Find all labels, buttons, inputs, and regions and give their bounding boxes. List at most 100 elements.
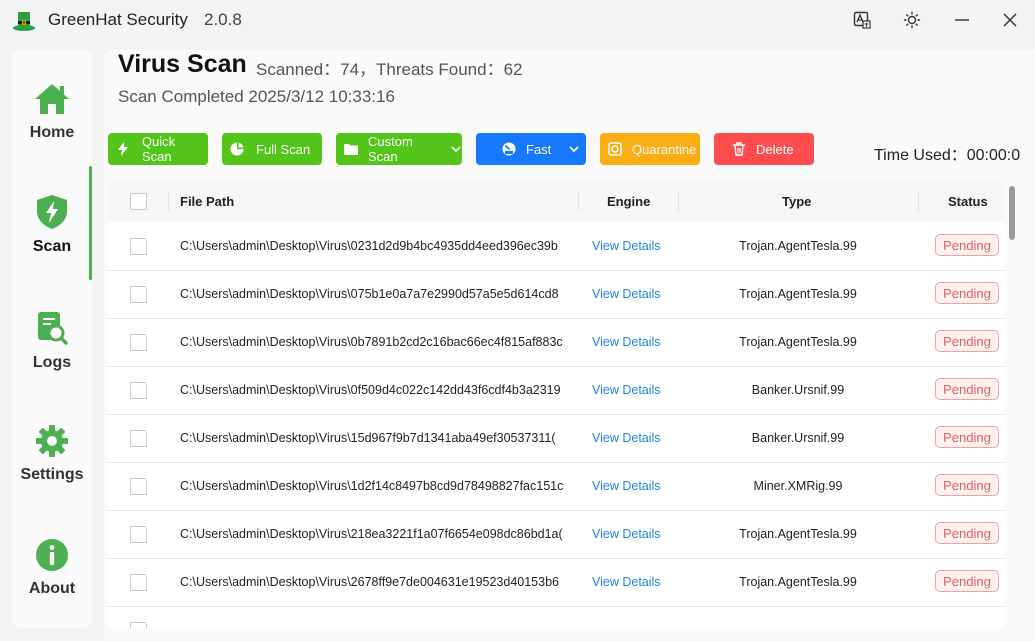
column-divider — [578, 192, 579, 210]
app-title: GreenHat Security — [48, 10, 188, 29]
row-checkbox[interactable] — [130, 430, 147, 447]
sun-icon — [903, 11, 921, 29]
sidebar: Home Scan Logs Settings About — [12, 50, 92, 628]
row-checkbox[interactable] — [130, 526, 147, 543]
view-details-link[interactable]: View Details — [592, 239, 661, 253]
view-details-link[interactable]: View Details — [592, 431, 661, 445]
speedometer-icon — [502, 142, 516, 156]
table-row[interactable]: C:\Users\admin\Desktop\Virus\0f509d4c022… — [108, 366, 1004, 415]
trash-icon — [733, 142, 745, 156]
column-header-path[interactable]: File Path — [180, 194, 234, 209]
scan-speed-dropdown[interactable]: Fast — [476, 133, 586, 165]
threat-type: Trojan.AgentTesla.99 — [739, 239, 857, 253]
sidebar-item-label: Logs — [32, 354, 72, 371]
sidebar-item-scan[interactable]: Scan — [12, 166, 92, 276]
status-badge: Pending — [935, 474, 999, 496]
sidebar-item-logs[interactable]: Logs — [12, 280, 92, 390]
table-row[interactable] — [108, 606, 1004, 628]
title-bar: GreenHat Security 2.0.8 — [0, 0, 1035, 40]
app-version: 2.0.8 — [204, 10, 242, 29]
chevron-down-icon — [569, 146, 579, 153]
row-checkbox[interactable] — [130, 238, 147, 255]
threat-type: Banker.Ursnif.99 — [751, 431, 845, 445]
quick-scan-button[interactable]: Quick Scan — [108, 133, 208, 165]
table-row[interactable]: C:\Users\admin\Desktop\Virus\1d2f14c8497… — [108, 462, 1004, 511]
minimize-button[interactable] — [946, 6, 978, 34]
pie-chart-icon — [230, 142, 244, 156]
threat-type: Trojan.AgentTesla.99 — [739, 335, 857, 349]
scrollbar-thumb[interactable] — [1009, 186, 1015, 240]
full-scan-button[interactable]: Full Scan — [222, 133, 322, 165]
view-details-link[interactable]: View Details — [592, 479, 661, 493]
row-checkbox[interactable] — [130, 382, 147, 399]
active-indicator — [89, 166, 92, 280]
scan-completed-time: Scan Completed 2025/3/12 10:33:16 — [118, 87, 395, 106]
sidebar-item-label: About — [28, 580, 76, 597]
folder-icon — [344, 144, 358, 155]
threat-type: Trojan.AgentTesla.99 — [739, 575, 857, 589]
close-icon — [1003, 13, 1017, 27]
view-details-link[interactable]: View Details — [592, 287, 661, 301]
results-table: File Path Engine Type Status C:\Users\ad… — [108, 181, 1004, 628]
row-checkbox[interactable] — [130, 478, 147, 495]
info-icon — [36, 539, 68, 571]
file-path: C:\Users\admin\Desktop\Virus\1d2f14c8497… — [180, 479, 564, 493]
sidebar-item-home[interactable]: Home — [12, 52, 92, 162]
theme-toggle-button[interactable] — [896, 6, 928, 34]
custom-scan-dropdown[interactable]: Custom Scan — [336, 133, 462, 165]
row-checkbox[interactable] — [130, 574, 147, 591]
page-title: Virus Scan — [118, 50, 247, 78]
minimize-icon — [955, 19, 969, 21]
sidebar-item-label: Home — [29, 124, 75, 141]
file-path: C:\Users\admin\Desktop\Virus\075b1e0a7a7… — [180, 287, 559, 301]
file-path: C:\Users\admin\Desktop\Virus\2678ff9e7de… — [180, 575, 559, 589]
table-row[interactable]: C:\Users\admin\Desktop\Virus\0231d2d9b4b… — [108, 222, 1004, 271]
quick-scan-label: Quick Scan — [141, 134, 176, 164]
sidebar-item-label: Scan — [32, 238, 72, 255]
table-row[interactable]: C:\Users\admin\Desktop\Virus\218ea3221f1… — [108, 510, 1004, 559]
file-path: C:\Users\admin\Desktop\Virus\15d967f9b7d… — [180, 431, 556, 445]
column-header-type[interactable]: Type — [782, 194, 811, 209]
sidebar-item-about[interactable]: About — [12, 508, 92, 618]
view-details-link[interactable]: View Details — [592, 527, 661, 541]
file-path: C:\Users\admin\Desktop\Virus\0b7891b2cd2… — [180, 335, 563, 349]
shield-bolt-icon — [37, 195, 67, 229]
quarantine-label: Quarantine — [632, 141, 697, 157]
status-badge: Pending — [935, 330, 999, 352]
quarantine-button[interactable]: Quarantine — [600, 133, 700, 165]
row-checkbox[interactable] — [130, 286, 147, 303]
table-scrollbar[interactable] — [1007, 181, 1017, 628]
column-header-status[interactable]: Status — [948, 194, 988, 209]
status-badge: Pending — [935, 426, 999, 448]
custom-scan-label: Custom Scan — [368, 134, 413, 164]
leprechaun-hat-logo-icon — [13, 12, 35, 31]
view-details-link[interactable]: View Details — [592, 575, 661, 589]
file-path: C:\Users\admin\Desktop\Virus\0f509d4c022… — [180, 383, 561, 397]
sidebar-item-settings[interactable]: Settings — [12, 394, 92, 504]
delete-button[interactable]: Delete — [714, 133, 814, 165]
table-row[interactable]: C:\Users\admin\Desktop\Virus\2678ff9e7de… — [108, 558, 1004, 607]
view-details-link[interactable]: View Details — [592, 383, 661, 397]
chevron-down-icon — [451, 146, 461, 153]
threat-type: Miner.XMRig.99 — [753, 479, 843, 493]
column-divider — [918, 192, 919, 210]
row-checkbox[interactable] — [130, 334, 147, 351]
view-details-link[interactable]: View Details — [592, 335, 661, 349]
column-header-engine[interactable]: Engine — [607, 194, 650, 209]
translate-button[interactable] — [846, 6, 878, 34]
select-all-checkbox[interactable] — [130, 193, 147, 210]
row-checkbox[interactable] — [130, 622, 147, 628]
table-row[interactable]: C:\Users\admin\Desktop\Virus\0b7891b2cd2… — [108, 318, 1004, 367]
status-badge: Pending — [935, 522, 999, 544]
file-path: C:\Users\admin\Desktop\Virus\218ea3221f1… — [180, 527, 563, 541]
close-button[interactable] — [994, 6, 1026, 34]
threat-type: Banker.Ursnif.99 — [751, 383, 845, 397]
table-row[interactable]: C:\Users\admin\Desktop\Virus\15d967f9b7d… — [108, 414, 1004, 463]
delete-label: Delete — [756, 141, 794, 157]
bolt-icon — [117, 142, 128, 156]
table-row[interactable]: C:\Users\admin\Desktop\Virus\075b1e0a7a7… — [108, 270, 1004, 319]
full-scan-label: Full Scan — [256, 141, 311, 157]
gear-icon — [36, 425, 68, 457]
column-divider — [678, 192, 679, 210]
status-badge: Pending — [935, 378, 999, 400]
